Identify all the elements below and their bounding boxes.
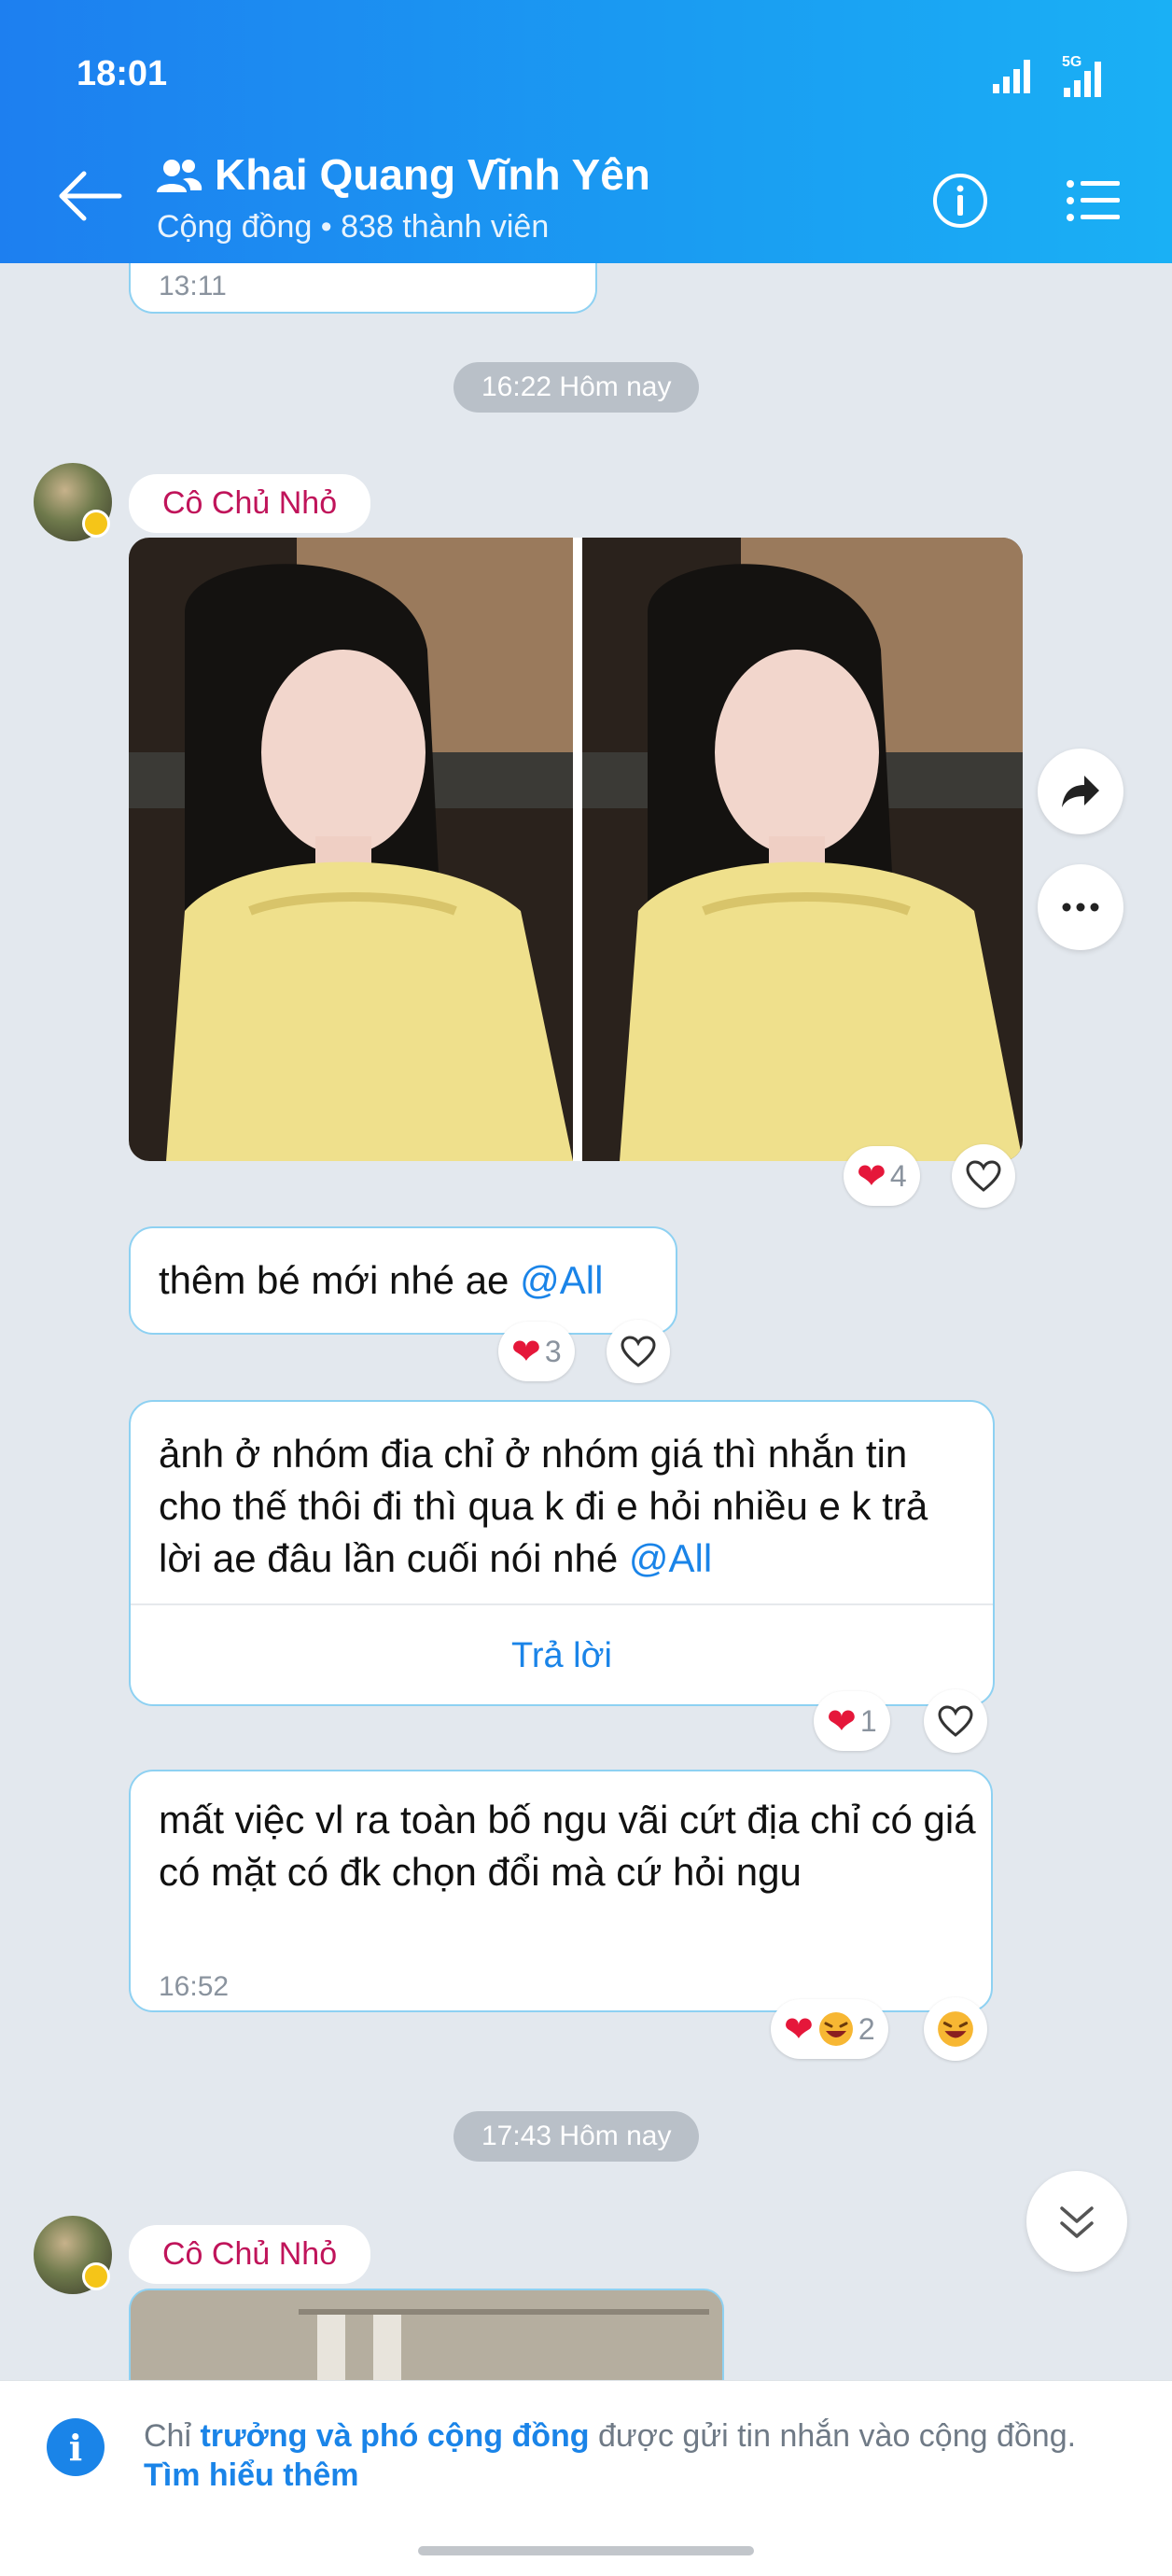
timestamp-divider: 17:43 Hôm nay	[453, 2111, 700, 2162]
reaction-summary[interactable]: ❤ 3	[498, 1322, 575, 1381]
heart-outline-icon	[621, 1336, 656, 1367]
status-time: 18:01	[77, 54, 168, 93]
more-dots-icon	[1062, 903, 1099, 912]
message-time: 16:52	[159, 1971, 230, 2002]
more-options-button[interactable]	[1038, 864, 1123, 950]
like-button[interactable]	[924, 1689, 987, 1753]
signal-5g-icon: 5G	[1062, 54, 1107, 99]
reaction-count: 3	[544, 1334, 562, 1368]
reaction-button[interactable]	[924, 1997, 987, 2061]
sender-name[interactable]: Cô Chủ Nhỏ	[129, 2225, 371, 2284]
message-body: ảnh ở nhóm đia chỉ ở nhóm giá thì nhắn t…	[159, 1432, 928, 1580]
info-icon[interactable]	[931, 172, 989, 230]
message-text: ảnh ở nhóm đia chỉ ở nhóm giá thì nhắn t…	[159, 1428, 980, 1585]
notice-suffix: được gửi tin nhắn vào cộng đồng.	[589, 2418, 1077, 2454]
reaction-count: 2	[858, 2011, 875, 2046]
like-button[interactable]	[607, 1320, 670, 1383]
chat-header: 18:01 5G Khai Quang Vĩnh Yên Cộng đồng •…	[0, 0, 1172, 263]
laughing-emoji-icon	[818, 2012, 853, 2046]
mention-all[interactable]: @All	[520, 1258, 603, 1302]
sender-name[interactable]: Cô Chủ Nhỏ	[129, 474, 371, 533]
info-icon: i	[47, 2418, 105, 2476]
learn-more-link[interactable]: Tìm hiểu thêm	[144, 2457, 358, 2493]
back-arrow-icon[interactable]	[56, 170, 123, 222]
previous-message-bubble[interactable]: 13:11	[129, 263, 597, 314]
double-chevron-down-icon	[1060, 2206, 1094, 2238]
reaction-summary[interactable]: ❤ 2	[771, 1999, 888, 2059]
message-text: mất việc vl ra toàn bố ngu vãi cứt địa c…	[159, 1798, 976, 1894]
reaction-summary[interactable]: ❤ 1	[814, 1691, 890, 1751]
photo-thumbnail[interactable]	[582, 538, 1023, 1161]
share-arrow-icon	[1062, 776, 1099, 807]
community-icon	[157, 160, 202, 192]
group-title[interactable]: Khai Quang Vĩnh Yên	[215, 149, 650, 200]
laughing-emoji-icon	[938, 2011, 973, 2047]
photo-album[interactable]	[129, 538, 1023, 1161]
list-menu-icon[interactable]	[1066, 179, 1122, 222]
reaction-summary[interactable]: ❤ 4	[844, 1146, 920, 1206]
admin-key-icon	[82, 510, 110, 538]
message-time: 13:11	[159, 271, 227, 301]
admin-key-icon	[82, 2262, 110, 2290]
home-indicator[interactable]	[418, 2546, 754, 2555]
message-bubble[interactable]: thêm bé mới nhé ae @All	[129, 1226, 677, 1335]
message-body: thêm bé mới nhé ae	[159, 1258, 521, 1302]
group-subtitle[interactable]: Cộng đồng • 838 thành viên	[157, 209, 549, 245]
timestamp-divider: 16:22 Hôm nay	[453, 362, 700, 413]
heart-icon: ❤	[857, 1156, 886, 1197]
message-bubble[interactable]: mất việc vl ra toàn bố ngu vãi cứt địa c…	[129, 1770, 993, 2012]
heart-outline-icon	[966, 1160, 1001, 1192]
like-button[interactable]	[952, 1144, 1015, 1208]
notice-highlight: trưởng và phó cộng đồng	[200, 2418, 590, 2454]
scroll-to-bottom-button[interactable]	[1026, 2171, 1127, 2272]
reaction-count: 4	[889, 1158, 907, 1193]
photo-preview	[131, 2290, 722, 2382]
photo-thumbnail[interactable]	[129, 538, 573, 1161]
heart-icon: ❤	[784, 2009, 814, 2050]
mention-all[interactable]: @All	[629, 1536, 712, 1580]
heart-outline-icon	[938, 1705, 973, 1737]
reaction-count: 1	[859, 1703, 877, 1738]
message-bubble[interactable]: ảnh ở nhóm đia chỉ ở nhóm giá thì nhắn t…	[129, 1400, 995, 1706]
heart-icon: ❤	[511, 1332, 541, 1372]
notice-text: Chỉ trưởng và phó cộng đồng được gửi tin…	[144, 2416, 1133, 2495]
heart-icon: ❤	[827, 1701, 857, 1742]
photo-thumbnail[interactable]	[129, 2289, 724, 2382]
signal-icon	[993, 60, 1030, 93]
share-button[interactable]	[1038, 749, 1123, 834]
message-text: thêm bé mới nhé ae @All	[159, 1254, 603, 1307]
notice-prefix: Chỉ	[144, 2418, 201, 2454]
